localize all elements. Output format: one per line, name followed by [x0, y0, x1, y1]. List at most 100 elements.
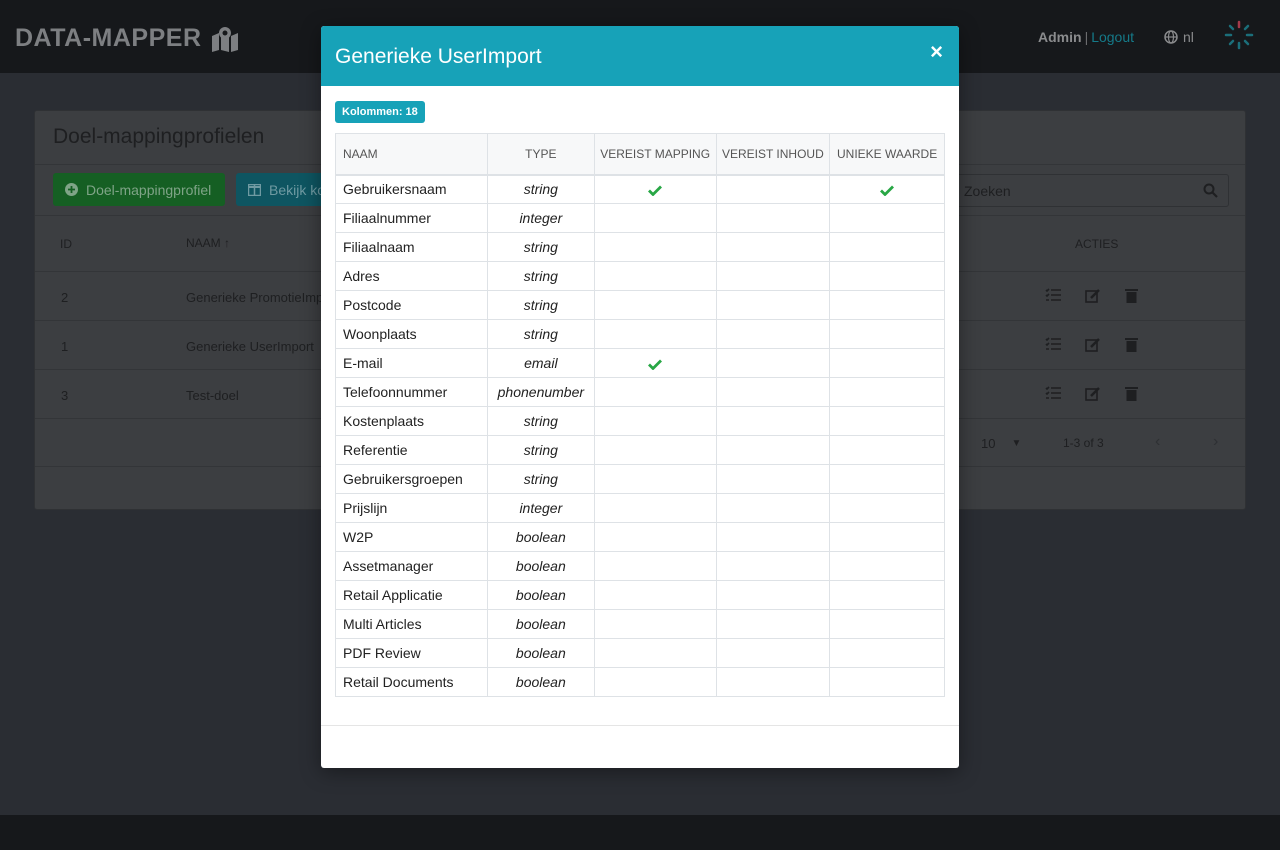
loading-spinner-icon: [1224, 20, 1254, 50]
requires-mapping-cell: [593, 377, 717, 407]
requires-mapping-cell: [593, 406, 717, 436]
unique-value-cell: [829, 290, 945, 320]
rows-per-page-select[interactable]: 10 ▼: [981, 436, 1021, 451]
column-header-naam[interactable]: NAAM ↑: [186, 236, 230, 250]
table-header-row: NAAM TYPE VEREIST MAPPING VEREIST INHOUD…: [335, 133, 945, 176]
modal-header: Generieke UserImport ×: [321, 26, 959, 86]
table-row: Assetmanager boolean: [335, 551, 945, 581]
table-row: Woonplaats string: [335, 319, 945, 349]
column-type: boolean: [486, 638, 595, 668]
brand-name: DATA-MAPPER: [15, 24, 202, 52]
add-profile-button[interactable]: Doel-mappingprofiel: [53, 173, 225, 206]
row-naam: Generieke PromotieImp: [186, 290, 324, 305]
requires-content-cell: [715, 232, 831, 262]
requires-mapping-cell: [593, 551, 717, 581]
requires-content-cell: [715, 348, 831, 378]
column-type: string: [486, 232, 595, 262]
tasks-icon[interactable]: [1045, 386, 1063, 402]
column-type: string: [486, 406, 595, 436]
requires-mapping-cell: [593, 522, 717, 552]
table-row: Gebruikersgroepen string: [335, 464, 945, 494]
requires-content-cell: [715, 667, 831, 697]
trash-icon[interactable]: [1125, 386, 1143, 402]
row-naam: Generieke UserImport: [186, 339, 314, 354]
column-name: E-mail: [335, 348, 488, 378]
chevron-right-icon[interactable]: ›: [1213, 433, 1218, 451]
unique-value-cell: [829, 435, 945, 465]
unique-value-cell: [829, 493, 945, 523]
edit-icon[interactable]: [1085, 386, 1103, 402]
column-name: Retail Applicatie: [335, 580, 488, 610]
page-title: Doel-mappingprofielen: [53, 125, 265, 148]
caret-down-icon: ▼: [1011, 438, 1022, 449]
nav-separator: |: [1084, 29, 1089, 45]
edit-icon[interactable]: [1085, 337, 1103, 353]
tasks-icon[interactable]: [1045, 337, 1063, 353]
requires-mapping-cell: [593, 232, 717, 262]
row-naam: Test-doel: [186, 388, 239, 403]
tasks-icon[interactable]: [1045, 288, 1063, 304]
check-icon: [880, 185, 895, 197]
table-row: Kostenplaats string: [335, 406, 945, 436]
column-name: Referentie: [335, 435, 488, 465]
column-name: Gebruikersnaam: [335, 174, 488, 204]
column-header-unieke-waarde: UNIEKE WAARDE: [829, 133, 945, 176]
unique-value-cell: [829, 609, 945, 639]
column-name: Assetmanager: [335, 551, 488, 581]
table-row: Referentie string: [335, 435, 945, 465]
columns-icon: [248, 183, 261, 196]
plus-circle-icon: [65, 183, 78, 196]
unique-value-cell: [829, 348, 945, 378]
column-name: Postcode: [335, 290, 488, 320]
requires-content-cell: [715, 319, 831, 349]
unique-value-cell: [829, 232, 945, 262]
requires-mapping-cell: [593, 493, 717, 523]
unique-value-cell: [829, 551, 945, 581]
trash-icon[interactable]: [1125, 288, 1143, 304]
table-row: PDF Review boolean: [335, 638, 945, 668]
language-selector[interactable]: nl: [1164, 29, 1194, 45]
unique-value-cell: [829, 638, 945, 668]
edit-icon[interactable]: [1085, 288, 1103, 304]
username[interactable]: Admin: [1038, 29, 1082, 45]
columns-table-body: Gebruikersnaam string Filiaalnummer integer…: [335, 174, 945, 697]
column-name: Filiaalnummer: [335, 203, 488, 233]
column-name: Gebruikersgroepen: [335, 464, 488, 494]
table-row: Prijslijn integer: [335, 493, 945, 523]
column-type: email: [486, 348, 595, 378]
modal-footer-divider: [321, 725, 959, 726]
column-type: boolean: [486, 522, 595, 552]
requires-mapping-cell: [593, 174, 717, 204]
requires-mapping-cell: [593, 435, 717, 465]
close-icon[interactable]: ×: [930, 39, 943, 65]
requires-content-cell: [715, 435, 831, 465]
brand[interactable]: DATA-MAPPER: [15, 24, 240, 53]
columns-count-badge: Kolommen: 18: [335, 101, 425, 123]
requires-content-cell: [715, 290, 831, 320]
column-header-id[interactable]: ID: [60, 237, 72, 251]
requires-content-cell: [715, 464, 831, 494]
trash-icon[interactable]: [1125, 337, 1143, 353]
column-header-type: TYPE: [486, 133, 595, 176]
unique-value-cell: [829, 377, 945, 407]
check-icon: [648, 359, 663, 370]
table-row: W2P boolean: [335, 522, 945, 552]
column-type: string: [486, 435, 595, 465]
table-row: Adres string: [335, 261, 945, 291]
requires-content-cell: [715, 406, 831, 436]
logout-link[interactable]: Logout: [1091, 29, 1134, 45]
unique-value-cell: [829, 261, 945, 291]
search-icon[interactable]: [1203, 183, 1218, 198]
requires-mapping-cell: [593, 638, 717, 668]
chevron-left-icon[interactable]: ‹: [1155, 433, 1160, 451]
column-name: Filiaalnaam: [335, 232, 488, 262]
requires-mapping-cell: [593, 580, 717, 610]
rows-per-page-value: 10: [981, 436, 996, 451]
column-type: string: [486, 319, 595, 349]
requires-content-cell: [715, 580, 831, 610]
requires-mapping-cell: [593, 667, 717, 697]
search-input[interactable]: Zoeken: [955, 174, 1229, 207]
search-placeholder: Zoeken: [964, 183, 1011, 199]
column-name: Kostenplaats: [335, 406, 488, 436]
table-row: E-mail email: [335, 348, 945, 378]
